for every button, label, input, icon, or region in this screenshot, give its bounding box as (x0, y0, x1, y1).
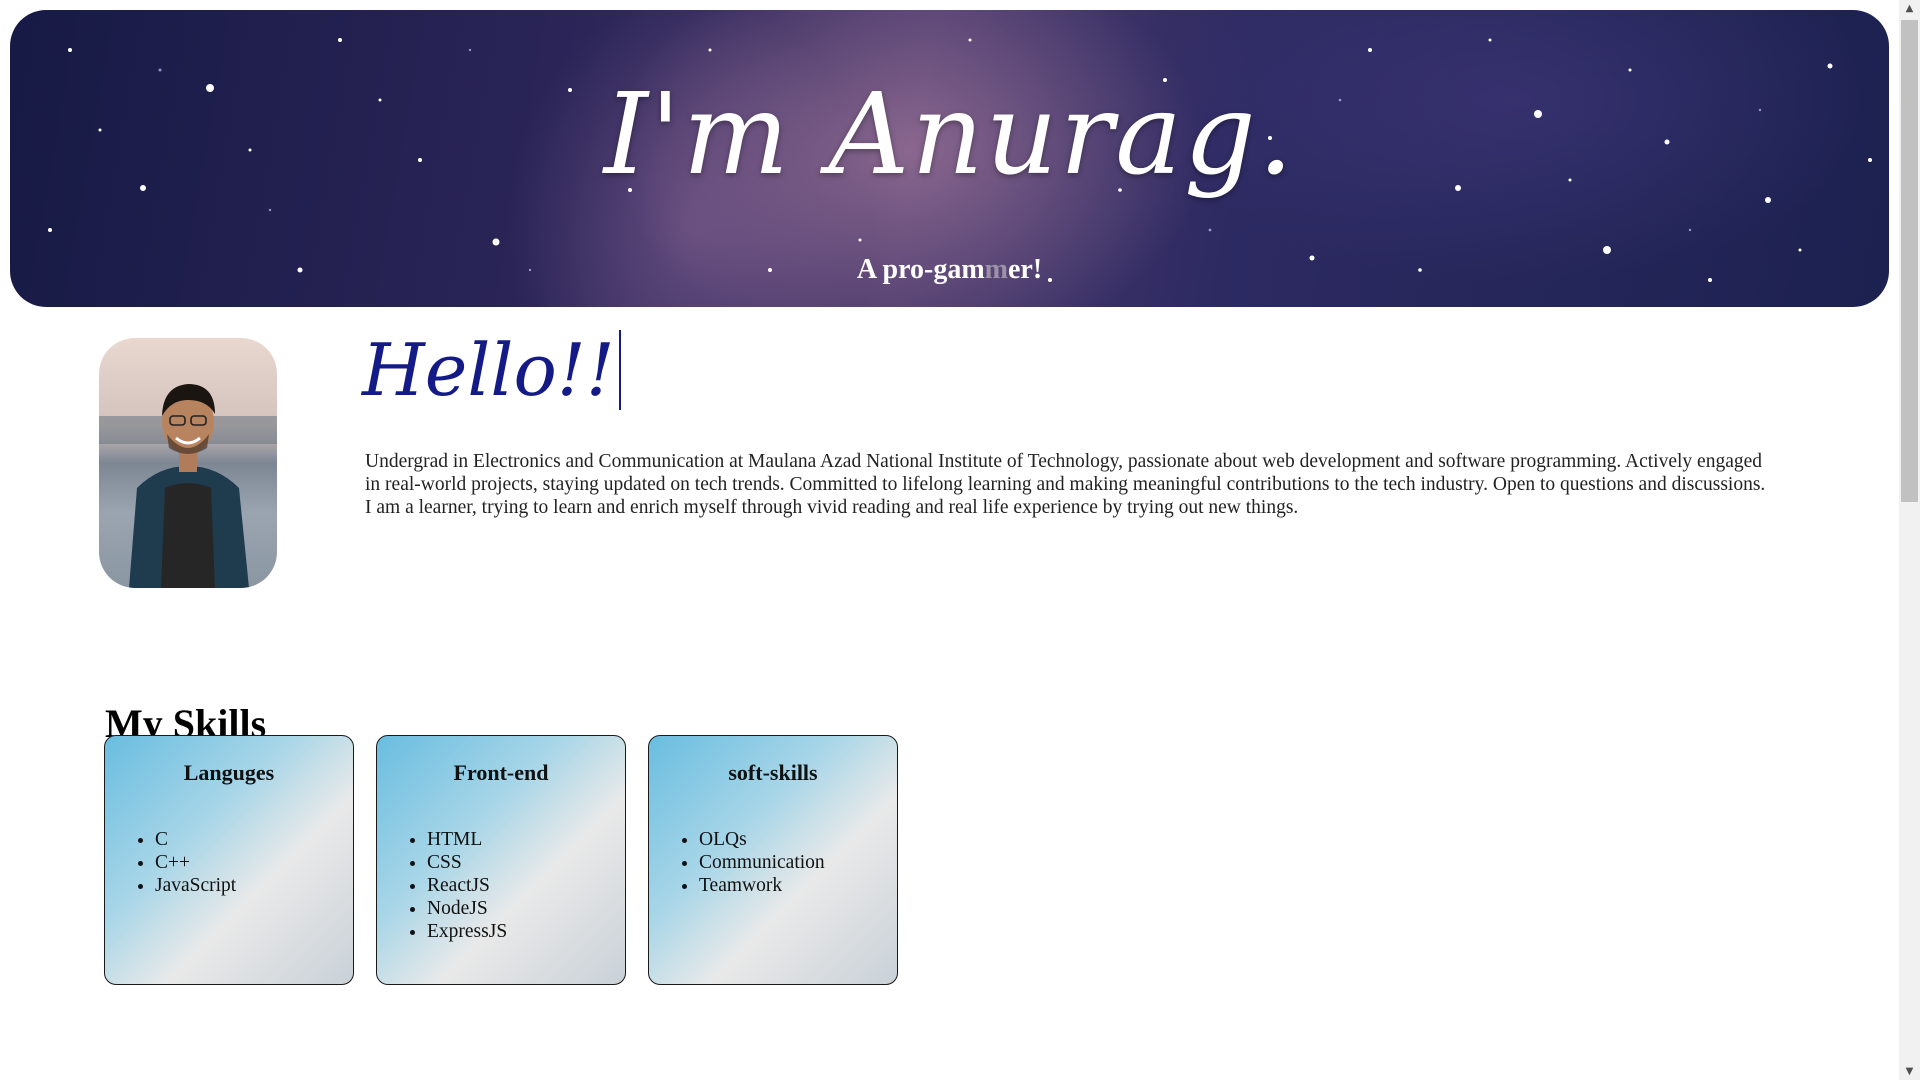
skill-item: Communication (699, 851, 825, 874)
skill-card-title: Front-end (453, 760, 549, 785)
hero-title: I'm Anurag. (603, 70, 1296, 200)
scroll-down-arrow-icon[interactable]: ▼ (1899, 1063, 1920, 1080)
skill-card-languages: Languges C C++ JavaScript (104, 735, 354, 985)
person-illustration (99, 384, 277, 588)
portfolio-page: I'm Anurag. A pro-gammer! Hello!! Underg… (0, 0, 1899, 1080)
skill-card-soft-skills: soft-skills OLQs Communication Teamwork (648, 735, 898, 985)
hero-banner: I'm Anurag. A pro-gammer! (10, 10, 1889, 307)
skill-list: C C++ JavaScript (129, 828, 236, 897)
skill-list: OLQs Communication Teamwork (673, 828, 825, 897)
scrollbar-thumb[interactable] (1901, 20, 1918, 502)
skill-item: C (155, 828, 236, 851)
skill-list: HTML CSS ReactJS NodeJS ExpressJS (401, 828, 507, 943)
skill-item: NodeJS (427, 897, 507, 920)
hero-subtitle: A pro-gammer! (10, 254, 1889, 286)
skill-card-title: soft-skills (728, 760, 818, 785)
skill-item: Teamwork (699, 874, 825, 897)
bio-paragraph: Undergrad in Electronics and Communicati… (365, 450, 1766, 518)
skill-card-frontend: Front-end HTML CSS ReactJS NodeJS Expres… (376, 735, 626, 985)
skill-item: CSS (427, 851, 507, 874)
skill-item: ReactJS (427, 874, 507, 897)
skill-card-title: Languges (183, 760, 275, 785)
hero-subtitle-part-2: er! (1007, 254, 1043, 285)
greeting-heading: Hello!! (362, 330, 621, 410)
page-scrollbar[interactable]: ▲ ▼ (1899, 0, 1920, 1080)
profile-photo (99, 338, 277, 588)
scroll-up-arrow-icon[interactable]: ▲ (1899, 0, 1920, 17)
hero-subtitle-part-1: A pro-gam (856, 254, 985, 285)
skill-item: OLQs (699, 828, 825, 851)
skill-item: C++ (155, 851, 236, 874)
hero-subtitle-typing-char: m (984, 254, 1008, 285)
skill-item: ExpressJS (427, 920, 507, 943)
skill-item: JavaScript (155, 874, 236, 897)
skill-item: HTML (427, 828, 507, 851)
